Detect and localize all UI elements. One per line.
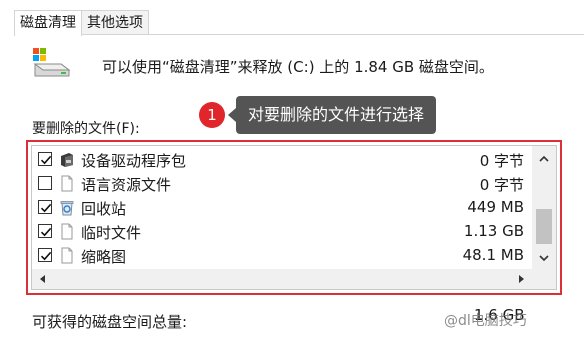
recycle-bin-icon	[60, 201, 74, 216]
cleanup-description: 可以使用“磁盘清理”来释放 (C:) 上的 1.84 GB 磁盘空间。	[102, 58, 494, 76]
list-item-name: 语言资源文件	[81, 176, 172, 194]
tab-disk-cleanup[interactable]: 磁盘清理	[14, 10, 82, 36]
drive-cleanup-icon	[33, 48, 71, 77]
files-to-delete-label: 要删除的文件(F):	[32, 121, 140, 137]
tab-divider	[14, 34, 584, 35]
file-icon	[61, 175, 73, 192]
chevron-down-icon[interactable]	[538, 253, 550, 263]
list-item-driver-packages[interactable]: 设备驱动程序包 0 字节	[32, 148, 532, 172]
total-space-label: 可获得的磁盘空间总量:	[32, 313, 188, 331]
list-item-recycle-bin[interactable]: 回收站 449 MB	[32, 196, 532, 220]
annotation-bubble: 对要删除的文件进行选择	[227, 96, 437, 134]
list-item-size: 449 MB	[467, 198, 524, 216]
scrollbar-thumb[interactable]	[536, 209, 552, 244]
checkbox[interactable]	[38, 176, 52, 190]
checkbox[interactable]	[38, 200, 52, 214]
vertical-scrollbar[interactable]	[532, 146, 556, 269]
list-item-name: 设备驱动程序包	[81, 152, 187, 170]
list-item-size: 0 字节	[479, 152, 524, 170]
list-item-name: 回收站	[81, 200, 127, 218]
checkbox[interactable]	[38, 248, 52, 262]
checkbox[interactable]	[38, 224, 52, 238]
tab-more-options[interactable]: 其他选项	[81, 10, 149, 35]
list-item-name: 缩略图	[81, 248, 127, 266]
files-listbox[interactable]: 设备驱动程序包 0 字节 语言资源文件 0 字节 回收站 449 MB 临时文件…	[31, 145, 557, 290]
list-item-temp-files[interactable]: 临时文件 1.13 GB	[32, 220, 532, 244]
disk-cleanup-dialog: 磁盘清理 其他选项 可以使用“磁盘清理”来释放 (C:) 上的 1.84 GB …	[0, 0, 584, 340]
file-icon	[61, 223, 73, 240]
file-icon	[61, 247, 73, 264]
list-item-language-resources[interactable]: 语言资源文件 0 字节	[32, 172, 532, 196]
scrollbar-corner	[532, 269, 556, 289]
chevron-left-icon[interactable]	[38, 274, 48, 284]
list-item-size: 48.1 MB	[462, 246, 524, 264]
chevron-up-icon[interactable]	[538, 154, 550, 164]
list-item-name: 临时文件	[81, 224, 142, 242]
watermark: @dl电脑技巧	[444, 313, 527, 329]
list-item-thumbnails[interactable]: 缩略图 48.1 MB	[32, 244, 532, 268]
tab-bar: 磁盘清理 其他选项	[14, 10, 149, 36]
checkbox[interactable]	[38, 152, 52, 166]
driver-package-icon	[61, 153, 73, 167]
list-item-size: 1.13 GB	[463, 222, 524, 240]
annotation-number-badge: 1	[199, 102, 225, 128]
chevron-right-icon[interactable]	[516, 274, 526, 284]
list-item-size: 0 字节	[479, 176, 524, 194]
horizontal-scrollbar[interactable]	[32, 269, 532, 289]
